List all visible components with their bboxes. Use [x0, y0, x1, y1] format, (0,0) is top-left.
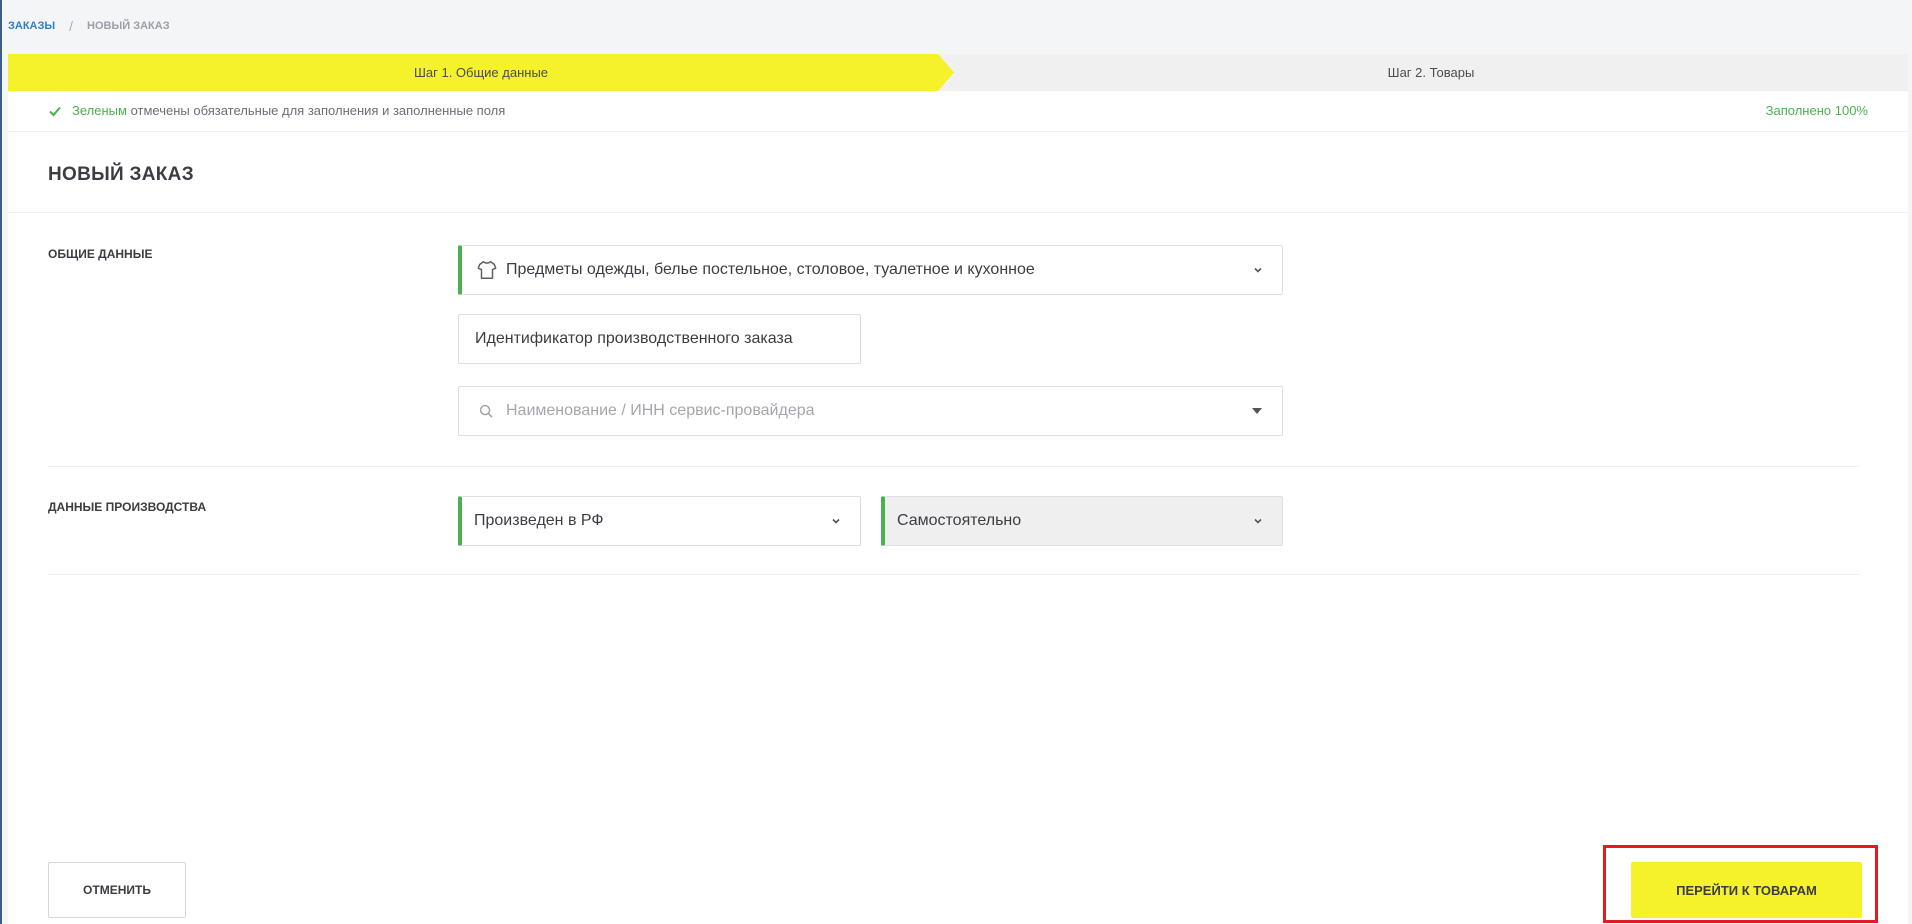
production-mode-select[interactable]: Самостоятельно: [881, 496, 1283, 546]
page-title: НОВЫЙ ЗАКАЗ: [48, 164, 194, 185]
chevron-down-icon: [1254, 267, 1262, 273]
breadcrumb-separator: /: [69, 18, 74, 34]
production-mode-value: Самостоятельно: [897, 512, 1022, 529]
fill-progress: Заполнено 100%: [1765, 103, 1868, 118]
section-divider: [48, 574, 1860, 575]
product-category-select[interactable]: Предметы одежды, белье постельное, столо…: [458, 245, 1283, 295]
check-icon: [49, 106, 61, 116]
step-general-data[interactable]: Шаг 1. Общие данные: [8, 54, 954, 91]
step-goods-label: Шаг 2. Товары: [1387, 65, 1475, 80]
chevron-down-icon: [832, 518, 840, 524]
stepper: Шаг 1. Общие данные Шаг 2. Товары: [8, 54, 1908, 91]
production-order-id-input[interactable]: Идентификатор производственного заказа: [458, 314, 861, 364]
hint-text: отмечены обязательные для заполнения и з…: [130, 103, 506, 118]
window-left-edge: [0, 0, 2, 924]
step-goods[interactable]: Шаг 2. Товары: [954, 54, 1908, 91]
section-general-label: ОБЩИЕ ДАННЫЕ: [48, 247, 153, 261]
search-icon: [479, 404, 493, 418]
product-category-value: Предметы одежды, белье постельное, столо…: [506, 261, 1035, 278]
production-order-id-placeholder: Идентификатор производственного заказа: [475, 330, 793, 347]
caret-down-icon: [1252, 408, 1262, 414]
section-divider: [48, 466, 1860, 467]
breadcrumb-orders-link[interactable]: ЗАКАЗЫ: [8, 20, 55, 32]
cancel-button[interactable]: ОТМЕНИТЬ: [48, 862, 186, 918]
breadcrumb: ЗАКАЗЫ / НОВЫЙ ЗАКАЗ: [8, 18, 170, 34]
required-fields-hint: Зеленым отмечены обязательные для заполн…: [8, 91, 1908, 132]
step-general-data-label: Шаг 1. Общие данные: [413, 65, 549, 80]
order-form-card: Шаг 1. Общие данные Шаг 2. Товары Зелены…: [8, 54, 1908, 924]
production-origin-select[interactable]: Произведен в РФ: [458, 496, 861, 546]
title-divider: [8, 212, 1908, 213]
shirt-icon: [477, 261, 497, 279]
breadcrumb-current: НОВЫЙ ЗАКАЗ: [87, 20, 170, 32]
hint-green-word: Зеленым: [72, 103, 127, 118]
service-provider-search[interactable]: Наименование / ИНН сервис-провайдера: [458, 386, 1283, 436]
go-to-goods-button[interactable]: ПЕРЕЙТИ К ТОВАРАМ: [1631, 862, 1862, 918]
service-provider-placeholder: Наименование / ИНН сервис-провайдера: [506, 402, 815, 419]
section-production-label: ДАННЫЕ ПРОИЗВОДСТВА: [48, 500, 207, 514]
chevron-down-icon: [1254, 518, 1262, 524]
production-origin-value: Произведен в РФ: [474, 512, 604, 529]
